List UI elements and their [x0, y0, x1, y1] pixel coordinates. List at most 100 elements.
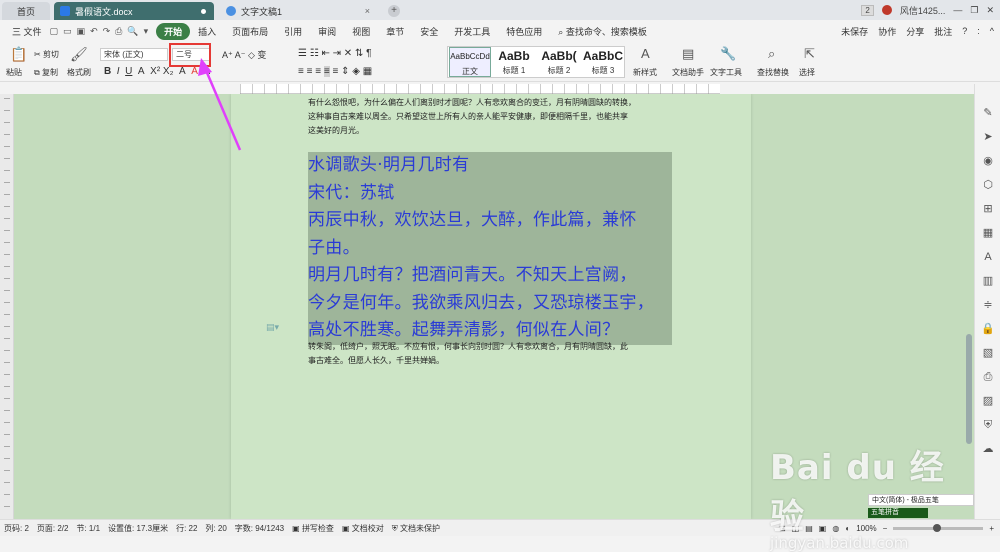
- tab-document-active[interactable]: 暑假语文.docx: [54, 2, 214, 20]
- search-command[interactable]: ⌕ 查找命令、搜索模板: [550, 25, 655, 38]
- list-buttons[interactable]: ☰ ☷ ⇤ ⇥ ✕ ⇅ ¶: [298, 48, 372, 59]
- status-words[interactable]: 字数: 94/1243: [235, 523, 284, 534]
- new-style-icon[interactable]: A: [641, 46, 650, 61]
- close-tab-icon[interactable]: ×: [365, 6, 370, 16]
- poem-title[interactable]: 水调歌头·明月几时有: [308, 152, 672, 180]
- user-name[interactable]: 风信1425...: [900, 4, 946, 17]
- location-icon[interactable]: ◉: [981, 154, 995, 168]
- shield-icon[interactable]: ⛨: [981, 418, 995, 432]
- avatar[interactable]: [881, 5, 892, 15]
- new-tab-button[interactable]: +: [388, 5, 400, 17]
- tab-view[interactable]: 视图: [344, 25, 378, 38]
- tab-insert[interactable]: 插入: [190, 25, 224, 38]
- maximize-icon[interactable]: ❐: [970, 5, 978, 16]
- horizontal-ruler[interactable]: [240, 84, 720, 94]
- image-icon[interactable]: ▧: [981, 346, 995, 360]
- format-icon[interactable]: ⊞: [981, 202, 995, 216]
- select-cursor-icon[interactable]: ⇱: [804, 46, 815, 62]
- picture-icon[interactable]: ▨: [981, 394, 995, 408]
- save-icon[interactable]: ▣: [77, 26, 86, 37]
- tab-review[interactable]: 审阅: [310, 25, 344, 38]
- find-replace-icon[interactable]: ⌕: [768, 46, 775, 62]
- text-tools-button[interactable]: 文字工具: [710, 67, 742, 78]
- window-count-badge[interactable]: 2: [861, 4, 874, 16]
- paste-button[interactable]: 粘贴: [6, 67, 22, 78]
- vertical-ruler[interactable]: [0, 94, 14, 519]
- zoom-in-icon[interactable]: +: [989, 524, 994, 533]
- table-icon[interactable]: ▦: [981, 226, 995, 240]
- chart-icon[interactable]: ▥: [981, 274, 995, 288]
- font-style-buttons[interactable]: B I U A X² X₂ A A A: [104, 66, 210, 77]
- status-setting[interactable]: 设置值: 17.3厘米: [108, 523, 168, 534]
- align-buttons[interactable]: ≡ ≡ ≡ ≡ ≡ ⇕ ◈ ▦: [298, 66, 372, 77]
- paragraph-marker-icon[interactable]: ▤▾: [266, 322, 279, 333]
- tab-references[interactable]: 引用: [276, 25, 310, 38]
- print-side-icon[interactable]: ⎙: [981, 370, 995, 384]
- new-style-button[interactable]: 新样式: [633, 67, 657, 78]
- redo-icon[interactable]: ↷: [103, 26, 111, 37]
- undo-icon[interactable]: ↶: [90, 26, 98, 37]
- document-page[interactable]: 有什么怨恨吧，为什么偏在人们离别时才圆呢？人有悲欢离合的变迁，月有阴晴圆缺的转换…: [231, 94, 751, 519]
- tab-document-2[interactable]: 文字文稿1 ×: [220, 2, 380, 20]
- cut-button[interactable]: ✂ 剪切: [34, 49, 59, 60]
- tab-special[interactable]: 特色应用: [498, 25, 550, 38]
- selected-text-block[interactable]: 水调歌头·明月几时有 宋代：苏轼 丙辰中秋，欢饮达旦，大醉，作此篇，兼怀 子由。…: [308, 152, 672, 345]
- paragraph-bottom[interactable]: 转朱阁，低绮户，照无眠。不应有恨，何事长向别时圆？人有悲欢离合，月有阴晴圆缺，此…: [308, 340, 628, 368]
- open-icon[interactable]: ▭: [63, 26, 72, 37]
- copy-button[interactable]: ⧉ 复制: [34, 67, 58, 78]
- poem-preface-2[interactable]: 子由。: [308, 235, 672, 263]
- select-button[interactable]: 选择: [799, 67, 815, 78]
- help-icon[interactable]: ?: [962, 26, 967, 36]
- style-normal[interactable]: AaBbCcDd 正文: [449, 47, 491, 77]
- spell-check-button[interactable]: ▣ 拼写检查: [292, 523, 334, 534]
- cursor-icon[interactable]: ➤: [981, 130, 995, 144]
- paste-icon[interactable]: 📋: [10, 46, 27, 63]
- print-icon[interactable]: ⎙: [115, 26, 122, 37]
- settings-icon[interactable]: ≑: [981, 298, 995, 312]
- style-heading-2[interactable]: AaBb( 标题 2: [537, 47, 581, 77]
- tab-security[interactable]: 安全: [412, 25, 446, 38]
- cloud-icon[interactable]: ☁: [981, 442, 995, 456]
- print-preview-icon[interactable]: 🔍: [127, 26, 138, 37]
- format-painter-icon[interactable]: 🖌: [70, 46, 88, 63]
- text-icon[interactable]: A: [981, 250, 995, 264]
- more-icon[interactable]: ▾: [144, 26, 149, 37]
- status-page[interactable]: 页码: 2: [4, 523, 29, 534]
- unsaved-button[interactable]: 未保存: [841, 25, 868, 38]
- new-icon[interactable]: ▢: [50, 26, 59, 37]
- find-replace-button[interactable]: 查找替换: [757, 67, 789, 78]
- close-window-icon[interactable]: ✕: [986, 5, 994, 16]
- share-button[interactable]: 分享: [906, 25, 924, 38]
- protect-button[interactable]: ⛨ 文档未保护: [392, 523, 440, 534]
- status-pages[interactable]: 页面: 2/2: [37, 523, 69, 534]
- tab-home[interactable]: 首页: [2, 2, 50, 20]
- comment-button[interactable]: 批注: [934, 25, 952, 38]
- status-section[interactable]: 节: 1/1: [76, 523, 100, 534]
- poem-line-1[interactable]: 明月几时有？把酒问青天。不知天上宫阙，: [308, 262, 672, 290]
- font-name-select[interactable]: 宋体 (正文): [100, 48, 168, 61]
- paragraph-top[interactable]: 有什么怨恨吧，为什么偏在人们离别时才圆呢？人有悲欢离合的变迁，月有阴晴圆缺的转换…: [308, 96, 636, 138]
- style-heading-1[interactable]: AaBb 标题 1: [492, 47, 536, 77]
- more-options-icon[interactable]: :: [977, 26, 980, 36]
- style-heading-3[interactable]: AaBbC 标题 3: [582, 47, 624, 77]
- text-tools-icon[interactable]: 🔧: [720, 46, 736, 62]
- lock-icon[interactable]: 🔒: [981, 322, 995, 336]
- scroll-thumb[interactable]: [966, 334, 972, 444]
- shape-icon[interactable]: ⬡: [981, 178, 995, 192]
- minimize-icon[interactable]: —: [953, 5, 962, 15]
- doc-check-button[interactable]: ▣ 文档校对: [342, 523, 384, 534]
- format-painter-button[interactable]: 格式刷: [67, 67, 91, 78]
- tab-developer[interactable]: 开发工具: [446, 25, 498, 38]
- poem-line-2[interactable]: 今夕是何年。我欲乘风归去，又恐琼楼玉宇，: [308, 290, 672, 318]
- collaborate-button[interactable]: 协作: [878, 25, 896, 38]
- tab-home-ribbon[interactable]: 开始: [156, 22, 191, 40]
- tab-page-layout[interactable]: 页面布局: [224, 25, 276, 38]
- nav-icon[interactable]: ✎: [981, 106, 995, 120]
- doc-assistant-icon[interactable]: ▤: [682, 46, 694, 62]
- doc-assistant-button[interactable]: 文档助手: [672, 67, 704, 78]
- status-row[interactable]: 行: 22: [176, 523, 197, 534]
- collapse-ribbon-icon[interactable]: ^: [990, 26, 994, 36]
- poem-preface-1[interactable]: 丙辰中秋，欢饮达旦，大醉，作此篇，兼怀: [308, 207, 672, 235]
- status-col[interactable]: 列: 20: [205, 523, 226, 534]
- file-menu[interactable]: 三 文件: [4, 25, 50, 38]
